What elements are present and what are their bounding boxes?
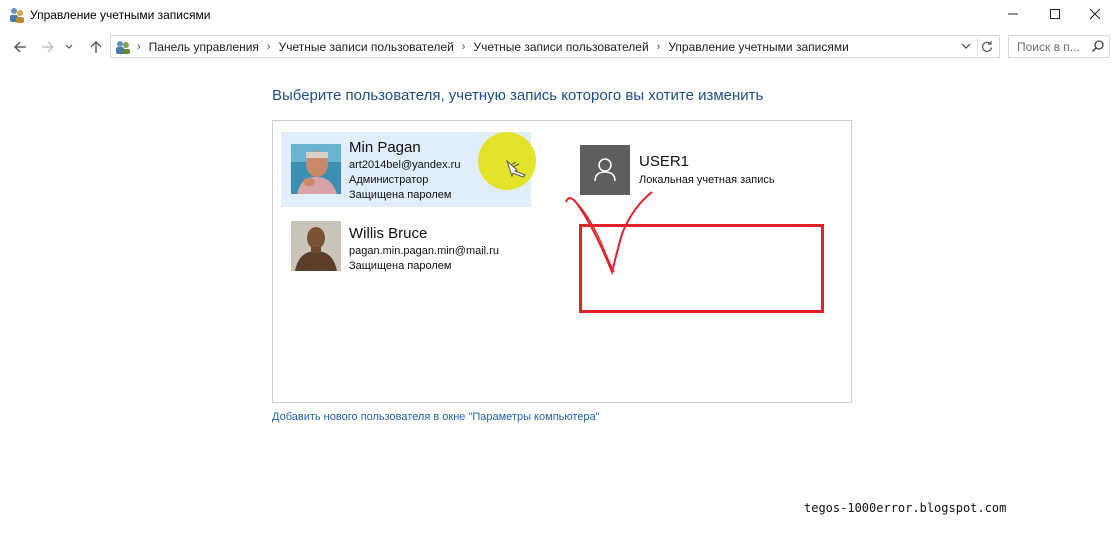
user-role: Администратор bbox=[349, 174, 429, 186]
breadcrumb-item[interactable]: Учетные записи пользователей bbox=[473, 40, 648, 54]
hand-cursor-icon bbox=[503, 158, 529, 185]
navigation-bar: › Панель управления › Учетные записи пол… bbox=[0, 30, 1118, 64]
title-bar: Управление учетными записями bbox=[0, 0, 1118, 30]
breadcrumb-separator-icon: › bbox=[656, 40, 661, 53]
breadcrumb: › Панель управления › Учетные записи пол… bbox=[115, 36, 849, 57]
back-arrow-icon bbox=[14, 41, 26, 53]
user-name: Willis Bruce bbox=[349, 225, 428, 242]
refresh-icon bbox=[981, 41, 993, 52]
avatar bbox=[291, 221, 341, 271]
page-title: Выберите пользователя, учетную запись ко… bbox=[272, 87, 764, 104]
user-status: Защищена паролем bbox=[349, 189, 452, 201]
search-input[interactable]: Поиск в п... bbox=[1008, 35, 1110, 58]
watermark: tegos-1000error.blogspot.com bbox=[804, 501, 1007, 515]
breadcrumb-item[interactable]: Управление учетными записями bbox=[668, 40, 848, 54]
search-icon[interactable] bbox=[1091, 39, 1105, 58]
breadcrumb-separator-icon: › bbox=[461, 40, 466, 53]
user-email: pagan.min.pagan.min@mail.ru bbox=[349, 245, 499, 257]
user-tile-willis-bruce[interactable]: Willis Bruce pagan.min.pagan.min@mail.ru… bbox=[281, 218, 531, 278]
annotation-box bbox=[579, 224, 824, 313]
chevron-down-icon bbox=[961, 43, 971, 49]
up-arrow-icon bbox=[90, 41, 102, 53]
breadcrumb-item[interactable]: Панель управления bbox=[149, 40, 259, 54]
users-icon bbox=[8, 6, 26, 24]
forward-button[interactable] bbox=[38, 37, 58, 57]
user-email: art2014bel@yandex.ru bbox=[349, 159, 461, 171]
user-name: USER1 bbox=[639, 153, 690, 170]
close-button[interactable] bbox=[1072, 0, 1118, 28]
forward-arrow-icon bbox=[42, 41, 54, 53]
breadcrumb-separator-icon: › bbox=[266, 40, 271, 53]
add-user-link[interactable]: Добавить нового пользователя в окне "Пар… bbox=[272, 411, 600, 423]
user-name: Min Pagan bbox=[349, 139, 421, 156]
up-button[interactable] bbox=[86, 37, 106, 57]
user-status: Защищена паролем bbox=[349, 260, 452, 272]
refresh-button[interactable] bbox=[977, 38, 996, 56]
address-bar[interactable]: › Панель управления › Учетные записи пол… bbox=[110, 35, 1000, 58]
breadcrumb-separator-icon: › bbox=[137, 40, 141, 53]
control-panel-icon bbox=[115, 39, 131, 55]
address-dropdown-button[interactable] bbox=[959, 39, 973, 53]
user-account-type: Локальная учетная запись bbox=[639, 174, 775, 186]
breadcrumb-item[interactable]: Учетные записи пользователей bbox=[279, 40, 454, 54]
avatar bbox=[291, 144, 341, 194]
minimize-button[interactable] bbox=[990, 0, 1036, 28]
window-title: Управление учетными записями bbox=[30, 8, 211, 22]
search-placeholder: Поиск в п... bbox=[1017, 40, 1080, 54]
chevron-down-icon bbox=[65, 44, 73, 49]
recent-locations-button[interactable] bbox=[62, 37, 76, 57]
back-button[interactable] bbox=[10, 37, 30, 57]
